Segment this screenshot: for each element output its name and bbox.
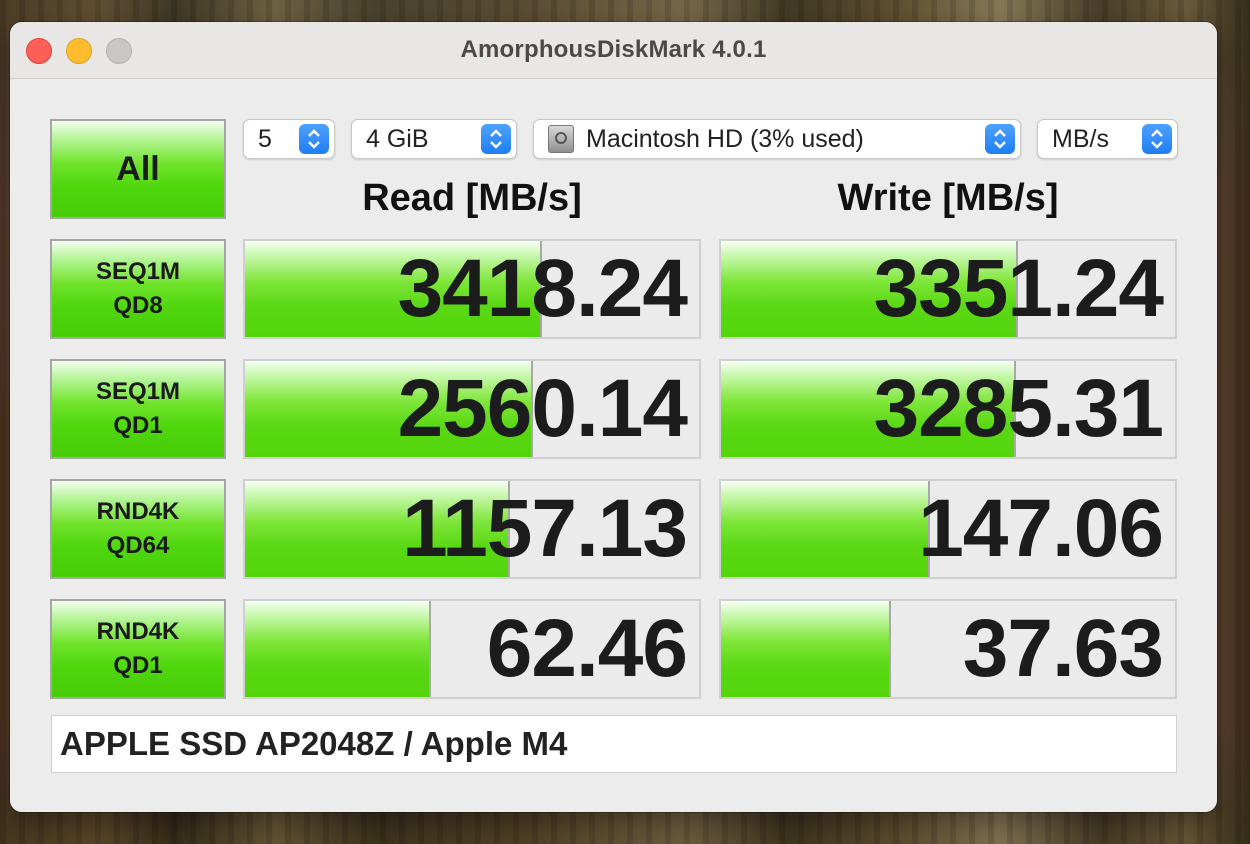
up-down-arrows-icon	[481, 124, 511, 154]
drive-value: Macintosh HD (3% used)	[586, 124, 864, 153]
test-name: SEQ1M	[95, 258, 181, 285]
app-window: AmorphousDiskMark 4.0.1 All 5 4 GiB Maci…	[10, 22, 1217, 812]
drive-select[interactable]: Macintosh HD (3% used)	[533, 119, 1021, 159]
write-value: 147.06	[918, 483, 1164, 574]
write-result-cell: 37.63	[719, 599, 1177, 699]
write-progress-bar	[721, 481, 930, 577]
write-value: 3285.31	[873, 363, 1164, 454]
test-name: RND4K	[96, 618, 180, 645]
read-result-cell: 2560.14	[243, 359, 701, 459]
test-button-seq1m-qd8[interactable]: SEQ1M QD8	[50, 239, 226, 339]
test-name: SEQ1M	[95, 378, 181, 405]
write-result-cell: 3285.31	[719, 359, 1177, 459]
test-queue-depth: QD64	[106, 532, 170, 559]
unit-select[interactable]: MB/s	[1037, 119, 1178, 159]
up-down-arrows-icon	[1142, 124, 1172, 154]
write-value: 3351.24	[873, 243, 1164, 334]
read-value: 3418.24	[397, 243, 688, 334]
test-count-select[interactable]: 5	[243, 119, 335, 159]
all-tests-button[interactable]: All	[50, 119, 226, 219]
test-button-rnd4k-qd1[interactable]: RND4K QD1	[50, 599, 226, 699]
main-content: All 5 4 GiB Macintosh HD (3% used) MB/s	[10, 79, 1217, 812]
test-queue-depth: QD8	[113, 292, 163, 319]
test-queue-depth: QD1	[113, 652, 163, 679]
test-button-rnd4k-qd64[interactable]: RND4K QD64	[50, 479, 226, 579]
test-button-seq1m-qd1[interactable]: SEQ1M QD1	[50, 359, 226, 459]
read-result-cell: 62.46	[243, 599, 701, 699]
write-result-cell: 3351.24	[719, 239, 1177, 339]
read-value: 2560.14	[397, 363, 688, 454]
up-down-arrows-icon	[299, 124, 329, 154]
title-bar: AmorphousDiskMark 4.0.1	[10, 22, 1217, 79]
write-progress-bar	[721, 601, 891, 697]
test-queue-depth: QD1	[113, 412, 163, 439]
write-column-header: Write [MB/s]	[837, 177, 1059, 219]
read-value: 1157.13	[402, 483, 688, 574]
drive-info-field[interactable]: APPLE SSD AP2048Z / Apple M4	[51, 715, 1177, 773]
read-result-cell: 1157.13	[243, 479, 701, 579]
window-title: AmorphousDiskMark 4.0.1	[460, 36, 767, 63]
test-name: RND4K	[96, 498, 180, 525]
read-value: 62.46	[486, 603, 688, 694]
read-result-cell: 3418.24	[243, 239, 701, 339]
read-progress-bar	[245, 601, 431, 697]
write-result-cell: 147.06	[719, 479, 1177, 579]
unit-value: MB/s	[1052, 124, 1109, 153]
test-size-value: 4 GiB	[366, 124, 429, 153]
test-count-value: 5	[258, 124, 272, 153]
test-size-select[interactable]: 4 GiB	[351, 119, 517, 159]
up-down-arrows-icon	[985, 124, 1015, 154]
write-value: 37.63	[962, 603, 1164, 694]
read-column-header: Read [MB/s]	[362, 177, 582, 219]
hard-disk-icon	[548, 125, 574, 153]
